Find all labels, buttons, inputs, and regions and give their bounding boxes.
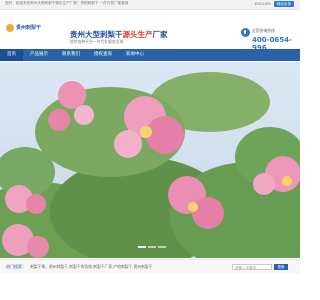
title-highlight: 源头生产 (122, 30, 153, 39)
english-link[interactable]: ENGLISH (255, 2, 271, 6)
logo-icon (6, 24, 14, 32)
hot-keywords[interactable]: 刺梨干果，贵州刺梨干,刺梨干的功效,刺梨干厂家,产地刺梨干,贵州刺梨干 (30, 264, 153, 270)
slider-dots[interactable] (138, 246, 166, 248)
nav-home[interactable]: 首页 (0, 49, 23, 61)
banner-image (0, 62, 300, 258)
search-input[interactable]: 请输入关键词 (232, 264, 272, 270)
search-bar: 热门搜索： 刺梨干果，贵州刺梨干,刺梨干的功效,刺梨干厂家,产地刺梨干,贵州刺梨… (0, 259, 300, 275)
top-welcome-text: 您好，欢迎来到贵州大型刺梨干源头生产厂家！贵阳刺梨干 一件代发厂家直销 (5, 1, 129, 5)
nav-authorization[interactable]: 授权查询 (87, 49, 119, 61)
site-header: 贵州刺梨干 贵州大型刺梨干源头生产厂家 提供各种平台一件代发服务支持 全国咨询热… (0, 10, 300, 52)
nav-contact[interactable]: 联系我们 (55, 49, 87, 61)
title-tail: 厂家 (152, 30, 168, 39)
top-right-links: ENGLISH 网站目录 (255, 1, 294, 7)
main-navigation: 首页 产品展示 联系我们 授权查询 新闻中心 (0, 49, 300, 61)
logo-text[interactable]: 贵州刺梨干 (16, 24, 41, 31)
title-main: 贵州大型刺梨干 (70, 30, 123, 39)
nav-news[interactable]: 新闻中心 (119, 49, 151, 61)
nav-products-label: 产品展示 (30, 52, 48, 57)
phone-icon (241, 28, 250, 37)
hero-banner[interactable] (0, 62, 300, 258)
search-button[interactable]: 搜索 (274, 264, 288, 270)
nav-products[interactable]: 产品展示 (23, 49, 55, 61)
page-bottom-area (0, 274, 300, 300)
hotline-label: 全国咨询热线 (252, 28, 275, 33)
top-utility-bar: 您好，欢迎来到贵州大型刺梨干源头生产厂家！贵阳刺梨干 一件代发厂家直销 ENGL… (0, 0, 300, 10)
search-label: 热门搜索： (6, 264, 26, 269)
online-button[interactable]: 网站目录 (273, 1, 294, 7)
site-subtitle: 提供各种平台一件代发服务支持 (70, 39, 124, 44)
